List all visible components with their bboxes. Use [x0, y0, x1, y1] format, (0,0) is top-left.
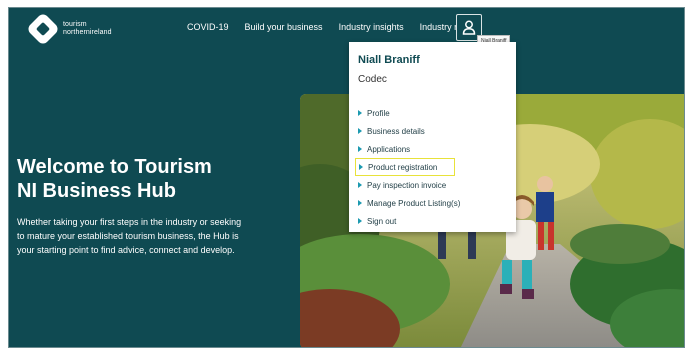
logo-mark-icon	[26, 12, 60, 46]
menu-item-label: Product registration	[368, 162, 438, 172]
menu-item-manage-product-listings[interactable]: Manage Product Listing(s)	[355, 194, 463, 212]
menu-arrow-icon	[358, 200, 362, 206]
menu-item-label: Manage Product Listing(s)	[367, 198, 461, 208]
menu-item-label: Business details	[367, 126, 425, 136]
menu-item-label: Sign out	[367, 216, 397, 226]
menu-arrow-icon	[358, 128, 362, 134]
menu-arrow-icon	[358, 146, 362, 152]
menu-item-sign-out[interactable]: Sign out	[355, 212, 463, 230]
hero-title-line2: NI Business Hub	[17, 180, 176, 202]
hero-title-line1: Welcome to Tourism	[17, 156, 212, 178]
nav-item-industry-insights[interactable]: Industry insights	[339, 22, 404, 32]
menu-item-pay-inspection-invoice[interactable]: Pay inspection invoice	[355, 176, 463, 194]
menu-item-applications[interactable]: Applications	[355, 140, 463, 158]
menu-item-label: Pay inspection invoice	[367, 180, 447, 190]
nav-item-build-business[interactable]: Build your business	[245, 22, 323, 32]
logo-text-line2: northernireland	[63, 29, 112, 36]
menu-arrow-icon	[359, 164, 363, 170]
menu-arrow-icon	[358, 218, 362, 224]
user-menu-list: Profile Business details Applications Pr…	[355, 104, 463, 230]
logo-text-line1: tourism	[63, 21, 87, 28]
page-frame: tourism northernireland COVID-19 Build y…	[8, 7, 685, 348]
menu-arrow-icon	[358, 110, 362, 116]
menu-item-business-details[interactable]: Business details	[355, 122, 463, 140]
user-dropdown-menu: Niall Braniff Codec Profile Business det…	[349, 42, 516, 232]
menu-item-profile[interactable]: Profile	[355, 104, 463, 122]
hero-description: Whether taking your first steps in the i…	[17, 217, 242, 255]
user-icon	[462, 20, 476, 35]
user-name: Niall Braniff	[358, 54, 420, 66]
user-organisation: Codec	[358, 74, 387, 85]
site-logo[interactable]: tourism northernireland	[26, 12, 112, 46]
menu-arrow-icon	[358, 182, 362, 188]
menu-item-label: Profile	[367, 108, 390, 118]
menu-item-label: Applications	[367, 144, 411, 154]
hero-title: Welcome to Tourism NI Business Hub	[17, 155, 247, 203]
main-nav: COVID-19 Build your business Industry in…	[187, 22, 491, 32]
menu-item-product-registration[interactable]: Product registration	[355, 158, 455, 176]
nav-item-covid[interactable]: COVID-19	[187, 22, 229, 32]
logo-text: tourism northernireland	[63, 21, 112, 37]
